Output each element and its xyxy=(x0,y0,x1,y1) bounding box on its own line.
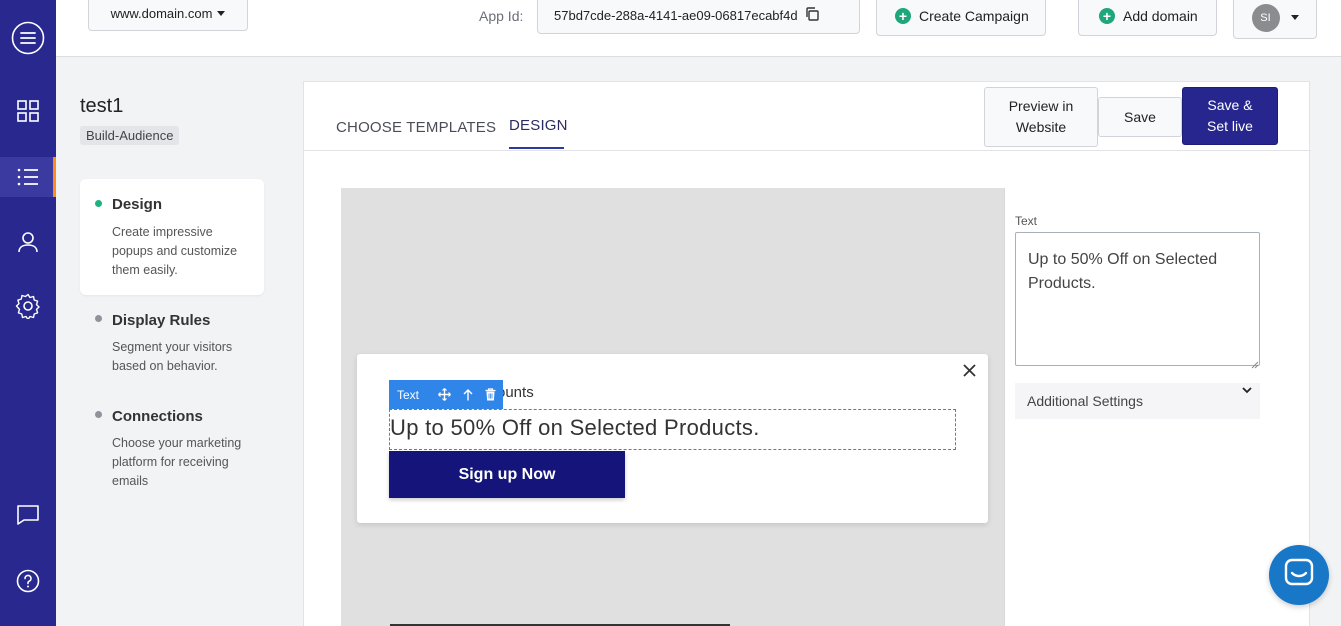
additional-settings-toggle[interactable]: Additional Settings xyxy=(1015,383,1260,419)
step-design[interactable]: Design Create impressive popups and cust… xyxy=(80,179,264,295)
toolbar-element-type: Text xyxy=(397,387,420,402)
campaign-type-badge: Build-Audience xyxy=(80,126,180,145)
user-icon[interactable] xyxy=(0,222,56,262)
cta-label: Sign up Now xyxy=(458,465,556,483)
save-button[interactable]: Save xyxy=(1098,97,1182,137)
dashboard-icon[interactable] xyxy=(0,91,56,131)
user-menu[interactable]: SI xyxy=(1233,0,1317,39)
chat-bubble-icon xyxy=(1284,558,1314,593)
add-domain-button[interactable]: + Add domain xyxy=(1078,0,1217,36)
popup-preview[interactable]: ounts Text Up to 50% Off on Selected Pro… xyxy=(357,354,988,523)
caret-down-icon xyxy=(217,11,226,16)
app-id-field[interactable]: 57bd7cde-288a-4141-ae09-06817ecabf4d xyxy=(537,0,860,34)
arrow-up-icon[interactable] xyxy=(456,388,479,401)
app-id-label: App Id: xyxy=(479,8,524,24)
editor-panel: CHOOSE TEMPLATES DESIGN Preview in Websi… xyxy=(303,81,1311,626)
step-status-dot xyxy=(95,315,102,322)
step-display-rules[interactable]: Display Rules Segment your visitors base… xyxy=(80,299,264,389)
move-icon[interactable] xyxy=(433,388,456,401)
save-and-set-live-button[interactable]: Save & Set live xyxy=(1182,87,1278,145)
selected-text-element[interactable]: Up to 50% Off on Selected Products. xyxy=(389,409,956,450)
step-connections[interactable]: Connections Choose your marketing platfo… xyxy=(80,395,264,505)
chevron-down-icon xyxy=(1242,381,1252,397)
plus-circle-icon: + xyxy=(895,8,911,24)
copy-icon[interactable] xyxy=(804,6,820,25)
save-label: Save xyxy=(1124,108,1156,125)
add-domain-label: Add domain xyxy=(1123,8,1198,24)
menu-icon[interactable] xyxy=(0,18,56,58)
step-title: Design xyxy=(112,196,163,213)
close-icon[interactable] xyxy=(963,364,976,382)
save-live-label: Save & Set live xyxy=(1207,97,1253,134)
step-description: Segment your visitors based on behavior. xyxy=(112,340,233,373)
avatar: SI xyxy=(1251,3,1280,32)
text-setting-label: Text xyxy=(1015,214,1038,228)
create-campaign-button[interactable]: + Create Campaign xyxy=(876,0,1046,36)
caret-down-icon xyxy=(1290,15,1299,20)
campaign-name: test1 xyxy=(80,95,124,117)
popup-body-text: Up to 50% Off on Selected Products. xyxy=(390,415,760,440)
step-title: Connections xyxy=(112,408,203,425)
domain-select-value: www.domain.com xyxy=(110,6,213,21)
canvas-divider xyxy=(1004,188,1005,626)
resize-grip-icon[interactable] xyxy=(1250,356,1259,374)
step-title: Display Rules xyxy=(112,312,211,329)
create-campaign-label: Create Campaign xyxy=(919,8,1029,24)
element-toolbar: Text xyxy=(389,380,503,409)
preview-label: Preview in Website xyxy=(1008,98,1074,135)
app-id-value: 57bd7cde-288a-4141-ae09-06817ecabf4d xyxy=(554,7,798,23)
live-chat-button[interactable] xyxy=(1269,545,1329,605)
left-nav xyxy=(0,0,56,626)
top-bar: www.domain.com App Id: 57bd7cde-288a-414… xyxy=(56,0,1341,57)
preview-in-website-button[interactable]: Preview in Website xyxy=(984,87,1098,147)
text-setting-value: Up to 50% Off on Selected Products. xyxy=(1028,251,1218,292)
step-description: Create impressive popups and customize t… xyxy=(112,225,238,277)
tab-choose-templates[interactable]: CHOOSE TEMPLATES xyxy=(336,119,496,136)
tab-design[interactable]: DESIGN xyxy=(509,117,568,134)
plus-circle-icon: + xyxy=(1099,8,1115,24)
text-setting-textarea[interactable]: Up to 50% Off on Selected Products. xyxy=(1015,232,1260,366)
trash-icon[interactable] xyxy=(479,388,502,401)
popup-cta-button[interactable]: Sign up Now xyxy=(389,451,625,498)
design-canvas[interactable]: ounts Text Up to 50% Off on Selected Pro… xyxy=(341,188,1004,626)
campaigns-list-icon[interactable] xyxy=(0,157,56,197)
step-description: Choose your marketing platform for recei… xyxy=(112,436,242,488)
help-icon[interactable] xyxy=(0,561,56,601)
step-status-dot xyxy=(95,411,102,418)
active-tab-indicator xyxy=(509,147,564,149)
chat-icon[interactable] xyxy=(0,495,56,535)
header-divider xyxy=(304,150,1311,151)
domain-select[interactable]: www.domain.com xyxy=(88,0,248,31)
step-status-dot xyxy=(95,200,102,207)
settings-gear-icon[interactable] xyxy=(0,286,56,326)
additional-settings-label: Additional Settings xyxy=(1027,393,1143,409)
